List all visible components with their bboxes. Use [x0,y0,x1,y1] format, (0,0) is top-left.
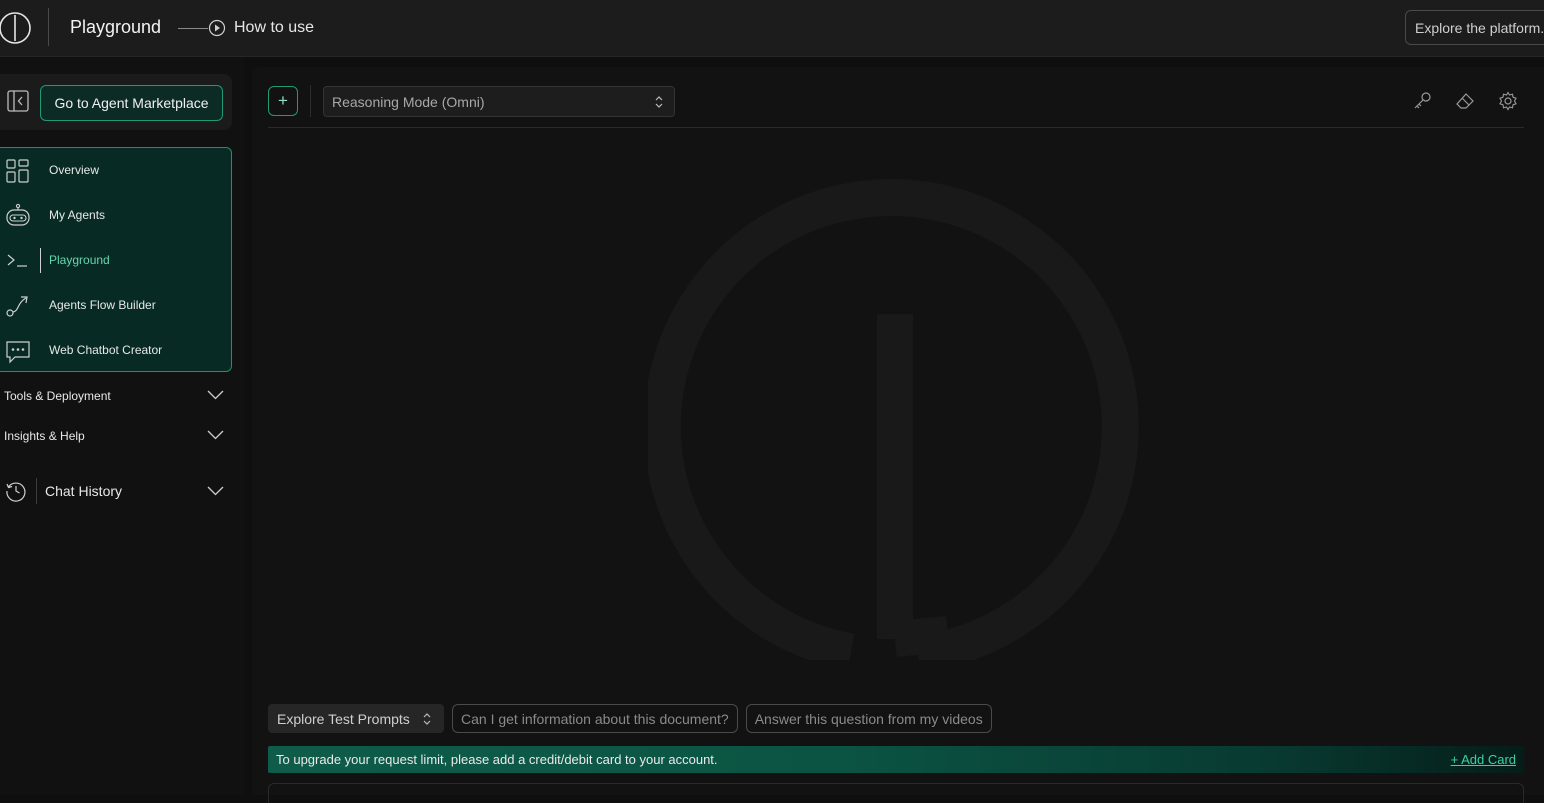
sidebar-item-label: My Agents [49,208,106,222]
toolbar-divider [310,85,311,117]
sidebar-item-my-agents[interactable]: My Agents [0,193,231,238]
select-arrows-icon [423,713,431,725]
chat-history-label: Chat History [45,483,123,499]
grid-icon [6,159,29,183]
chat-history-toggle[interactable]: Chat History [0,472,232,508]
watermark-logo [648,179,1139,660]
chevron-down-icon [207,430,224,440]
sidebar-item-label: Overview [49,163,100,177]
how-to-use-label: How to use [234,19,315,36]
page-title: Playground [70,17,162,37]
timeline-line [178,27,208,29]
sidebar-item-overview[interactable]: Overview [0,148,231,193]
prompt-chip-document[interactable]: Can I get information about this documen… [452,704,738,733]
agent-marketplace-button[interactable]: Go to Agent Marketplace [40,85,223,121]
explore-platform-button[interactable]: Explore the platform. [1405,10,1544,45]
sidebar-item-label: Agents Flow Builder [49,298,156,312]
sidebar-item-flow-builder[interactable]: Agents Flow Builder [0,283,231,328]
playground-panel: + Reasoning Mode (Omni) Explore Test Pro… [252,67,1544,803]
test-prompts-row: Explore Test Prompts Can I get informati… [268,704,992,734]
eraser-icon[interactable] [1455,91,1475,111]
new-chat-button[interactable]: + [268,86,298,116]
active-indicator [40,248,41,273]
history-divider [36,478,37,504]
sidebar-item-playground[interactable]: Playground [0,238,231,283]
group-tools-deployment[interactable]: Tools & Deployment [0,383,232,409]
history-icon [6,482,26,502]
group-insights-help[interactable]: Insights & Help [0,423,232,449]
top-bar: Playground How to use Explore the platfo… [0,0,1544,57]
group-label: Insights & Help [4,429,85,443]
sidebar-item-web-chatbot[interactable]: Web Chatbot Creator [0,328,231,373]
prompt-select-value: Explore Test Prompts [277,710,410,727]
upgrade-banner-text: To upgrade your request limit, please ad… [276,752,718,767]
prompt-chip-videos[interactable]: Answer this question from my videos [745,704,992,733]
header-divider [48,8,49,46]
chat-input[interactable] [268,783,1524,803]
toolbar-separator [268,127,1524,128]
key-icon[interactable] [1412,91,1432,111]
gear-icon[interactable] [1498,91,1518,111]
chevron-down-icon [207,390,224,400]
sidebar-item-label: Playground [49,253,110,267]
play-icon [208,19,226,37]
group-label: Tools & Deployment [4,389,111,403]
logo-icon[interactable] [0,11,32,45]
collapse-sidebar-icon[interactable] [7,90,29,112]
explore-test-prompts-select[interactable]: Explore Test Prompts [268,704,444,733]
upgrade-banner: To upgrade your request limit, please ad… [268,746,1524,773]
sidebar-item-label: Web Chatbot Creator [49,343,163,357]
how-to-use-link[interactable]: How to use [178,17,314,39]
robot-icon [6,203,30,226]
sidebar: Go to Agent Marketplace Overview My Agen… [0,57,244,795]
terminal-icon [7,254,27,267]
chevron-down-icon [207,486,224,496]
add-card-link[interactable]: + Add Card [1451,752,1516,767]
select-arrows-icon [655,96,663,108]
sidebar-top: Go to Agent Marketplace [0,74,232,130]
reasoning-mode-select[interactable]: Reasoning Mode (Omni) [323,86,675,117]
mode-select-value: Reasoning Mode (Omni) [332,93,485,110]
flow-icon [6,296,28,317]
chat-bubble-icon [6,341,30,364]
nav-menu: Overview My Agents Playground Agents Flo… [0,147,232,372]
